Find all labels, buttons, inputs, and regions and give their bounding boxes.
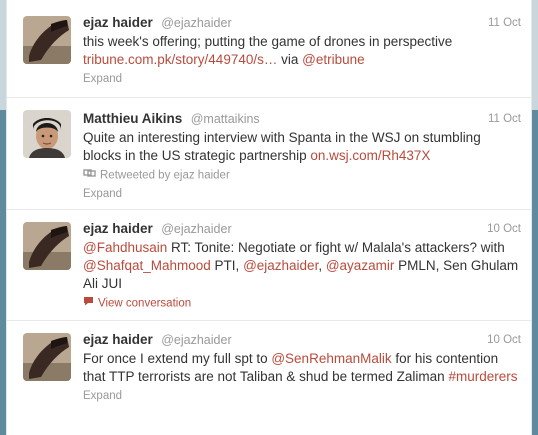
tweet-text: For once I extend my full spt to @SenReh… (83, 350, 521, 386)
tweet-timestamp[interactable]: 10 Oct (487, 331, 521, 349)
tweet-text-segment: this week's offering; putting the game o… (83, 34, 453, 49)
expand-link[interactable]: Expand (83, 390, 122, 402)
view-conversation-label[interactable]: View conversation (98, 298, 191, 310)
avatar[interactable] (23, 16, 71, 64)
tweet-text-segment: PTI, (210, 258, 244, 273)
tweet-item[interactable]: Matthieu Aikins @mattaikins 11 Oct Quite… (7, 98, 531, 210)
tweet-link[interactable]: #murderers (448, 369, 517, 384)
tweet-link[interactable]: @SenRehmanMalik (271, 351, 391, 366)
retweeted-by-text[interactable]: Retweeted by ejaz haider (100, 170, 230, 182)
avatar[interactable] (23, 110, 71, 158)
tweet-text-segment: RT: Tonite: Negotiate or fight w/ Malala… (167, 240, 505, 255)
tweet-timestamp[interactable]: 11 Oct (488, 14, 521, 32)
avatar[interactable] (23, 333, 71, 381)
tweet-link[interactable]: @etribune (302, 52, 365, 67)
tweet-link[interactable]: @Fahdhusain (83, 240, 167, 255)
tweet-link[interactable]: @Shafqat_Mahmood (83, 258, 211, 273)
tweet-text-segment: , (318, 258, 326, 273)
author-handle[interactable]: @ejazhaider (161, 222, 231, 236)
author-name[interactable]: ejaz haider (83, 332, 153, 347)
expand-link[interactable]: Expand (83, 188, 122, 200)
tweet-item[interactable]: ejaz haider @ejazhaider 11 Oct this week… (7, 0, 531, 98)
author-name[interactable]: ejaz haider (83, 15, 153, 30)
tweet-timestamp[interactable]: 11 Oct (488, 110, 521, 128)
tweet-text: Quite an interesting interview with Span… (83, 129, 521, 165)
tweet-link[interactable]: @ejazhaider (243, 258, 318, 273)
expand-link[interactable]: Expand (83, 73, 122, 85)
author-handle[interactable]: @mattaikins (191, 112, 260, 126)
tweet-link[interactable]: @ayazamir (326, 258, 394, 273)
retweet-context: Retweeted by ejaz haider (83, 168, 521, 183)
tweet-link[interactable]: tribune.com.pk/story/449740/s… (83, 52, 277, 67)
retweet-icon (83, 168, 96, 183)
tweet-text-segment: via (277, 52, 303, 67)
tweet-item[interactable]: ejaz haider @ejazhaider 10 Oct @Fahdhusa… (7, 210, 531, 321)
author-handle[interactable]: @ejazhaider (161, 16, 231, 30)
author-handle[interactable]: @ejazhaider (161, 333, 231, 347)
avatar[interactable] (23, 222, 71, 270)
tweet-text: this week's offering; putting the game o… (83, 33, 521, 69)
speech-bubble-icon (83, 296, 94, 311)
tweet-timestamp[interactable]: 10 Oct (487, 220, 521, 238)
tweet-text-segment: For once I extend my full spt to (83, 351, 272, 366)
tweet-timeline: ejaz haider @ejazhaider 11 Oct this week… (6, 0, 532, 435)
author-name[interactable]: Matthieu Aikins (83, 111, 182, 126)
tweet-item[interactable]: ejaz haider @ejazhaider 10 Oct For once … (7, 321, 531, 435)
view-conversation-link[interactable]: View conversation (83, 296, 521, 311)
tweet-text: @Fahdhusain RT: Tonite: Negotiate or fig… (83, 239, 521, 293)
author-name[interactable]: ejaz haider (83, 221, 153, 236)
tweet-link[interactable]: on.wsj.com/Rh437X (310, 148, 430, 163)
